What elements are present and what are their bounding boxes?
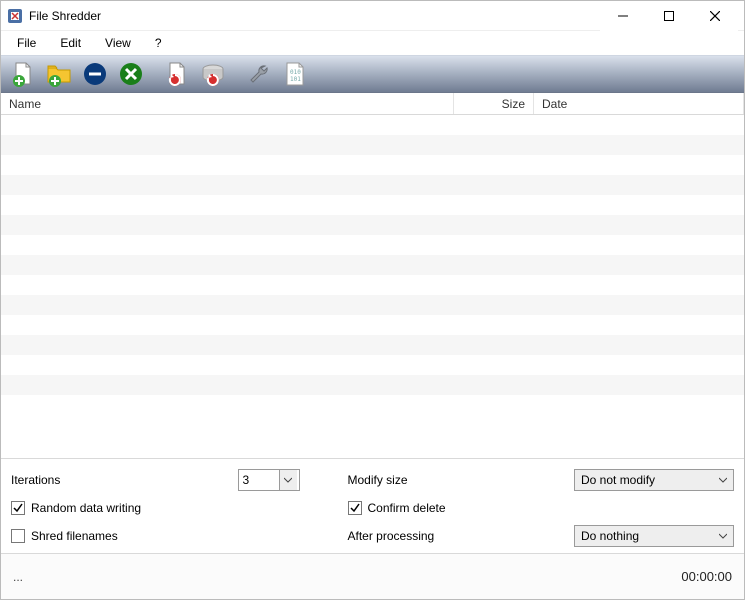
maximize-icon xyxy=(664,11,674,21)
binary-icon: 010 101 xyxy=(281,60,309,88)
menu-file[interactable]: File xyxy=(7,33,46,53)
app-icon xyxy=(7,8,23,24)
shred-file-icon xyxy=(163,60,191,88)
shred-filenames-label: Shred filenames xyxy=(31,529,118,543)
add-folder-icon xyxy=(45,60,73,88)
maximize-button[interactable] xyxy=(646,1,692,31)
clear-button[interactable] xyxy=(115,58,147,90)
chevron-down-icon xyxy=(719,476,727,484)
list-header: Name Size Date xyxy=(1,93,744,115)
wrench-icon xyxy=(245,60,273,88)
status-time: 00:00:00 xyxy=(681,569,732,584)
options-panel: Iterations Modify size Do not modify Ran… xyxy=(1,458,744,553)
after-processing-combo[interactable]: Do nothing xyxy=(574,525,734,547)
svg-text:101: 101 xyxy=(290,76,301,83)
toolbar: 010 101 xyxy=(1,55,744,93)
confirm-delete-label: Confirm delete xyxy=(368,501,446,515)
file-list[interactable] xyxy=(1,115,744,458)
app-window: File Shredder File Edit View ? xyxy=(0,0,745,600)
modify-size-combo[interactable]: Do not modify xyxy=(574,469,734,491)
add-file-button[interactable] xyxy=(7,58,39,90)
confirm-delete-checkbox[interactable] xyxy=(348,501,362,515)
binary-button[interactable]: 010 101 xyxy=(279,58,311,90)
random-writing-label: Random data writing xyxy=(31,501,141,515)
remove-icon xyxy=(81,60,109,88)
minimize-button[interactable] xyxy=(600,1,646,31)
iterations-label: Iterations xyxy=(11,473,238,487)
clear-icon xyxy=(117,60,145,88)
chevron-down-icon xyxy=(719,532,727,540)
close-button[interactable] xyxy=(692,1,738,31)
statusbar: ... 00:00:00 xyxy=(1,553,744,599)
add-file-icon xyxy=(9,60,37,88)
add-folder-button[interactable] xyxy=(43,58,75,90)
modify-size-value: Do not modify xyxy=(581,473,655,487)
window-title: File Shredder xyxy=(29,9,101,23)
menu-edit[interactable]: Edit xyxy=(50,33,91,53)
checkmark-icon xyxy=(13,503,23,513)
checkmark-icon xyxy=(350,503,360,513)
minimize-icon xyxy=(618,11,628,21)
random-writing-checkbox[interactable] xyxy=(11,501,25,515)
modify-size-label: Modify size xyxy=(348,473,575,487)
shred-disk-icon xyxy=(199,60,227,88)
menu-view[interactable]: View xyxy=(95,33,141,53)
remove-button[interactable] xyxy=(79,58,111,90)
shred-filenames-checkbox[interactable] xyxy=(11,529,25,543)
close-icon xyxy=(710,11,720,21)
status-text: ... xyxy=(13,570,681,584)
titlebar: File Shredder xyxy=(1,1,744,31)
settings-button[interactable] xyxy=(243,58,275,90)
shred-file-button[interactable] xyxy=(161,58,193,90)
shred-disk-button[interactable] xyxy=(197,58,229,90)
iterations-spinner[interactable] xyxy=(238,469,300,491)
chevron-down-icon xyxy=(284,476,292,484)
column-name[interactable]: Name xyxy=(1,93,454,114)
iterations-input[interactable] xyxy=(239,473,279,487)
column-size[interactable]: Size xyxy=(454,93,534,114)
menu-help[interactable]: ? xyxy=(145,33,172,53)
after-processing-value: Do nothing xyxy=(581,529,639,543)
svg-text:010: 010 xyxy=(290,69,301,76)
after-processing-label: After processing xyxy=(348,529,575,543)
column-date[interactable]: Date xyxy=(534,93,744,114)
menubar: File Edit View ? xyxy=(1,31,744,55)
